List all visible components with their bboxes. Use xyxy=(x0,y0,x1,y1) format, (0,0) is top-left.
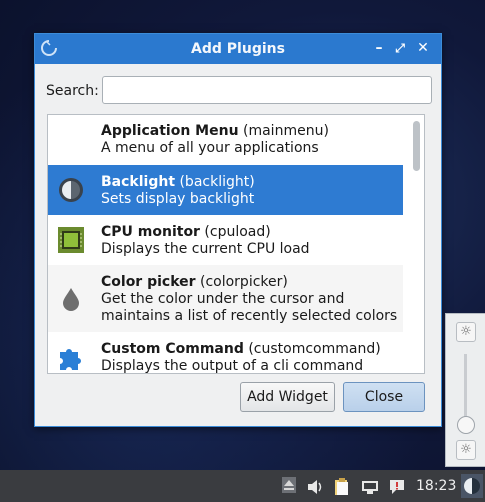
notification-icon[interactable] xyxy=(388,478,406,496)
plugin-id: (customcommand) xyxy=(248,341,381,357)
search-input[interactable] xyxy=(102,76,432,104)
brightness-slider-handle[interactable] xyxy=(457,416,475,434)
dialog-titlebar[interactable]: Add Plugins – ⤢ ✕ xyxy=(35,34,441,64)
plugin-list[interactable]: Application Menu (mainmenu) A menu of al… xyxy=(47,114,425,374)
list-item[interactable]: Application Menu (mainmenu) A menu of al… xyxy=(48,115,403,165)
taskbar-panel xyxy=(0,470,485,502)
plugin-id: (backlight) xyxy=(179,174,255,190)
color-drop-icon xyxy=(63,288,79,311)
cpu-chip-icon xyxy=(58,227,84,253)
plugin-id: (colorpicker) xyxy=(200,274,288,290)
minimize-button[interactable]: – xyxy=(371,40,387,56)
close-button[interactable]: Close xyxy=(343,382,425,412)
close-window-button[interactable]: ✕ xyxy=(415,40,431,56)
add-plugins-dialog: Add Plugins – ⤢ ✕ Search: Application Me… xyxy=(34,33,442,427)
plugin-id: (cpuload) xyxy=(204,224,271,240)
plugin-name: Application Menu xyxy=(101,123,239,139)
plugin-name: Backlight xyxy=(101,174,176,190)
network-icon[interactable] xyxy=(361,478,379,496)
panel-clock[interactable]: 18:23 xyxy=(416,478,456,494)
plugin-description: Sets display backlight xyxy=(101,191,255,207)
list-item[interactable]: CPU monitor (cpuload) Displays the curre… xyxy=(48,215,403,265)
plugin-name: Custom Command xyxy=(101,341,244,357)
list-item[interactable]: Backlight (backlight) Sets display backl… xyxy=(48,165,403,215)
volume-icon[interactable] xyxy=(306,478,324,496)
list-scrollbar[interactable] xyxy=(408,115,424,373)
plugin-name: CPU monitor xyxy=(101,224,200,240)
list-item[interactable]: Custom Command (customcommand) Displays … xyxy=(48,332,403,374)
brightness-slider-track[interactable] xyxy=(464,354,467,424)
sun-icon[interactable]: ☼ xyxy=(456,322,476,342)
eject-icon[interactable] xyxy=(280,476,298,494)
clipboard-icon[interactable] xyxy=(333,478,351,496)
plugin-name: Color picker xyxy=(101,274,196,290)
sun-icon[interactable]: ☼ xyxy=(456,440,476,460)
plugin-id: (mainmenu) xyxy=(243,123,329,139)
plugin-description: Displays the current CPU load xyxy=(101,241,310,257)
add-widget-button[interactable]: Add Widget xyxy=(240,382,335,412)
search-label: Search: xyxy=(46,83,99,99)
brightness-icon xyxy=(59,178,83,202)
plugin-description: Displays the output of a cli command xyxy=(101,358,364,374)
puzzle-piece-icon xyxy=(60,349,81,370)
scrollbar-thumb[interactable] xyxy=(413,121,420,171)
list-item[interactable]: Color picker (colorpicker) Get the color… xyxy=(48,265,403,332)
brightness-popup: ☼ ☼ xyxy=(445,313,485,467)
plugin-description: A menu of all your applications xyxy=(101,140,319,156)
brightness-tray-icon[interactable] xyxy=(461,474,483,498)
plugin-description: maintains a list of recently selected co… xyxy=(101,308,398,324)
plugin-description: Get the color under the cursor and xyxy=(101,291,345,307)
maximize-button[interactable]: ⤢ xyxy=(392,40,408,56)
